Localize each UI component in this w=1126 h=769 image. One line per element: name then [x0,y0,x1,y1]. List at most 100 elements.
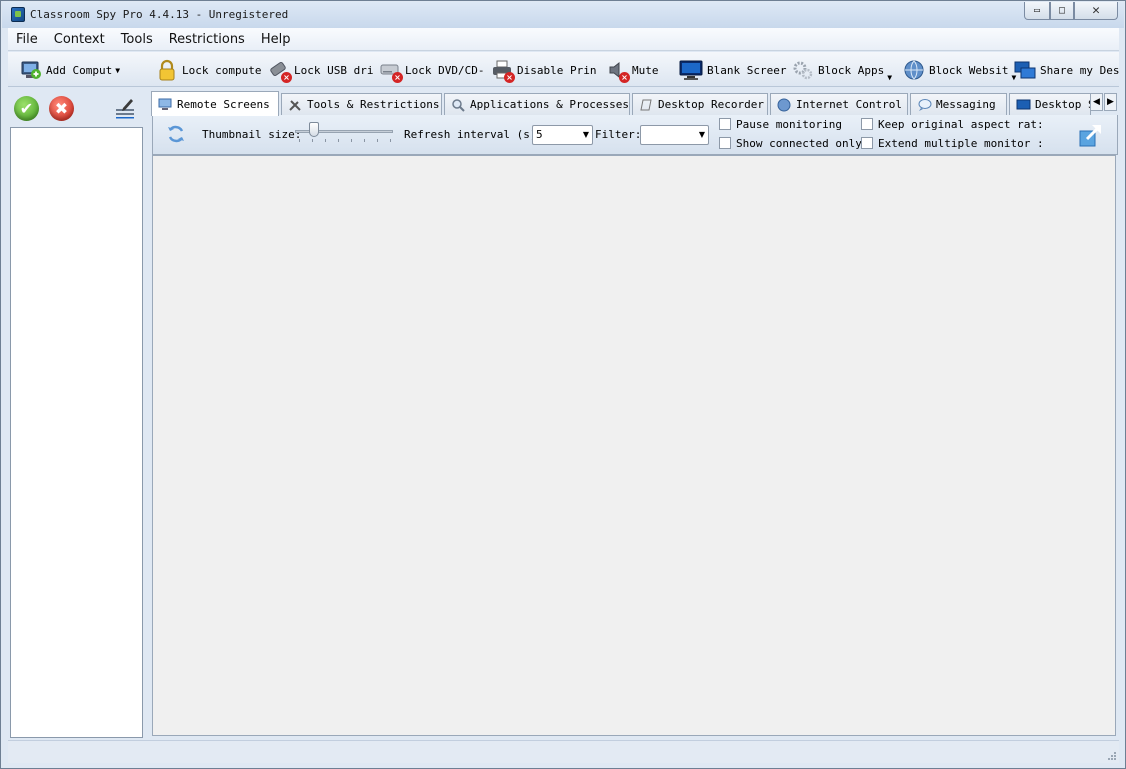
connect-button[interactable]: ✔ [14,96,39,121]
show-connected-only-checkbox[interactable] [719,137,731,149]
magnifier-icon [451,98,466,112]
tab-tools-restrictions[interactable]: Tools & Restrictions [281,93,442,115]
chevron-down-icon: ▼ [582,130,589,139]
lock-dvd-label: Lock DVD/CD- [405,63,485,77]
globe-icon [903,59,925,81]
remote-screens-icon [158,97,173,111]
thumbnail-slider-thumb[interactable] [309,122,319,137]
tab-strip: Remote Screens Tools & Restrictions Appl… [151,91,1119,116]
dvd-lock-icon: × [379,59,403,83]
popout-button[interactable] [1079,123,1103,147]
tab-applications-processes[interactable]: Applications & Processes [444,93,630,115]
gears-icon [792,59,814,81]
close-button[interactable]: ✕ [1074,2,1118,20]
maximize-button[interactable]: □ [1050,2,1074,20]
filter-label: Filter: [595,128,642,141]
edit-list-button[interactable] [114,97,136,119]
edit-icon [116,99,134,119]
block-apps-label: Block Apps [818,63,885,77]
lock-usb-button[interactable]: × Lock USB dri [268,57,373,83]
menu-tools[interactable]: Tools [113,32,161,47]
recorder-icon [639,98,654,112]
tab-label: Desktop S [1035,98,1091,111]
share-desktop-label: Share my Des [1040,63,1120,77]
chevron-down-icon: ▼ [887,72,893,82]
window-controls: ▭ □ ✕ [1024,2,1118,20]
refresh-interval-select[interactable]: 5 ▼ [532,125,593,145]
toolbar: Add Comput ▼ Lock compute × Lock USB dri… [8,52,1119,87]
extend-monitor-checkbox[interactable] [861,137,873,149]
minimize-button[interactable]: ▭ [1024,2,1050,20]
remote-screens-options: Thumbnail size: Refresh interval (s): 5 … [152,115,1118,155]
printer-disable-icon: × [491,59,515,83]
mute-button[interactable]: × Mute [606,57,659,83]
block-websites-button[interactable]: Block Websit ▼ [903,57,1016,83]
keep-aspect-label: Keep original aspect rat: [878,118,1044,131]
lock-computer-button[interactable]: Lock compute [156,57,261,83]
tab-label: Internet Control [796,98,902,111]
lock-icon [156,59,178,81]
pause-monitoring-label: Pause monitoring [736,118,842,131]
checkmark-icon: ✔ [19,99,34,118]
thumbnail-size-label: Thumbnail size: [202,128,302,141]
lock-usb-label: Lock USB dri [294,63,374,77]
show-connected-only-label: Show connected only [736,137,862,150]
menu-context[interactable]: Context [46,32,113,47]
close-icon: ✕ [1092,3,1100,18]
tab-messaging[interactable]: Messaging [910,93,1007,115]
disable-printer-label: Disable Prin [517,63,597,77]
minimize-icon: ▭ [1033,5,1041,16]
usb-lock-icon: × [268,59,292,83]
monitor-icon [679,59,703,81]
mute-label: Mute [632,63,659,77]
chevron-left-icon: ◀ [1093,97,1100,107]
tab-internet-control[interactable]: Internet Control [770,93,908,115]
app-window: Classroom Spy Pro 4.4.13 - Unregistered … [0,0,1126,769]
tab-desktop-sharing[interactable]: Desktop S [1009,93,1091,115]
lock-dvd-button[interactable]: × Lock DVD/CD- [379,57,484,83]
maximize-icon: □ [1058,5,1066,16]
desktop-icon [1016,98,1031,112]
add-computer-button[interactable]: Add Comput ▼ [20,57,120,83]
message-icon [917,98,932,112]
internet-icon [777,98,792,112]
tab-label: Applications & Processes [470,98,629,111]
keep-aspect-checkbox[interactable] [861,118,873,130]
menu-restrictions[interactable]: Restrictions [161,32,253,47]
menu-help[interactable]: Help [253,32,299,47]
menu-file[interactable]: File [8,32,46,47]
disable-printer-button[interactable]: × Disable Prin [491,57,596,83]
remote-screens-area[interactable] [152,155,1116,736]
chevron-right-icon: ▶ [1107,97,1114,107]
tab-label: Desktop Recorder [658,98,764,111]
lock-computer-label: Lock compute [182,63,262,77]
tab-scroll-left-button[interactable]: ◀ [1090,93,1103,111]
window-title: Classroom Spy Pro 4.4.13 - Unregistered [30,8,289,21]
computers-panel: ✔ ✖ [8,89,145,739]
tab-label: Remote Screens [177,97,270,111]
filter-select[interactable]: ▼ [640,125,709,145]
computer-list[interactable] [10,127,143,738]
tab-desktop-recorder[interactable]: Desktop Recorder [632,93,768,115]
add-computer-icon [20,59,42,81]
tab-label: Tools & Restrictions [307,98,440,111]
block-apps-button[interactable]: Block Apps ▼ [792,57,892,83]
extend-monitor-label: Extend multiple monitor : [878,137,1044,150]
share-desktop-button[interactable]: Share my Des [1014,57,1119,83]
tools-icon [288,98,303,112]
refresh-icon [168,125,184,143]
disconnect-button[interactable]: ✖ [49,96,74,121]
resize-grip-icon[interactable] [1107,751,1117,761]
blank-screen-button[interactable]: Blank Screer [679,57,786,83]
tab-scroll-right-button[interactable]: ▶ [1104,93,1117,111]
cancel-icon: ✖ [54,99,69,118]
tab-remote-screens[interactable]: Remote Screens [151,91,279,116]
tab-label: Messaging [936,98,996,111]
chevron-down-icon: ▼ [698,130,705,139]
refresh-interval-value: 5 [536,128,543,141]
pause-monitoring-checkbox[interactable] [719,118,731,130]
title-bar[interactable]: Classroom Spy Pro 4.4.13 - Unregistered … [2,2,1124,28]
refresh-button[interactable] [165,123,187,145]
menu-bar: File Context Tools Restrictions Help [8,28,1119,51]
refresh-interval-label: Refresh interval (s): [404,128,544,141]
